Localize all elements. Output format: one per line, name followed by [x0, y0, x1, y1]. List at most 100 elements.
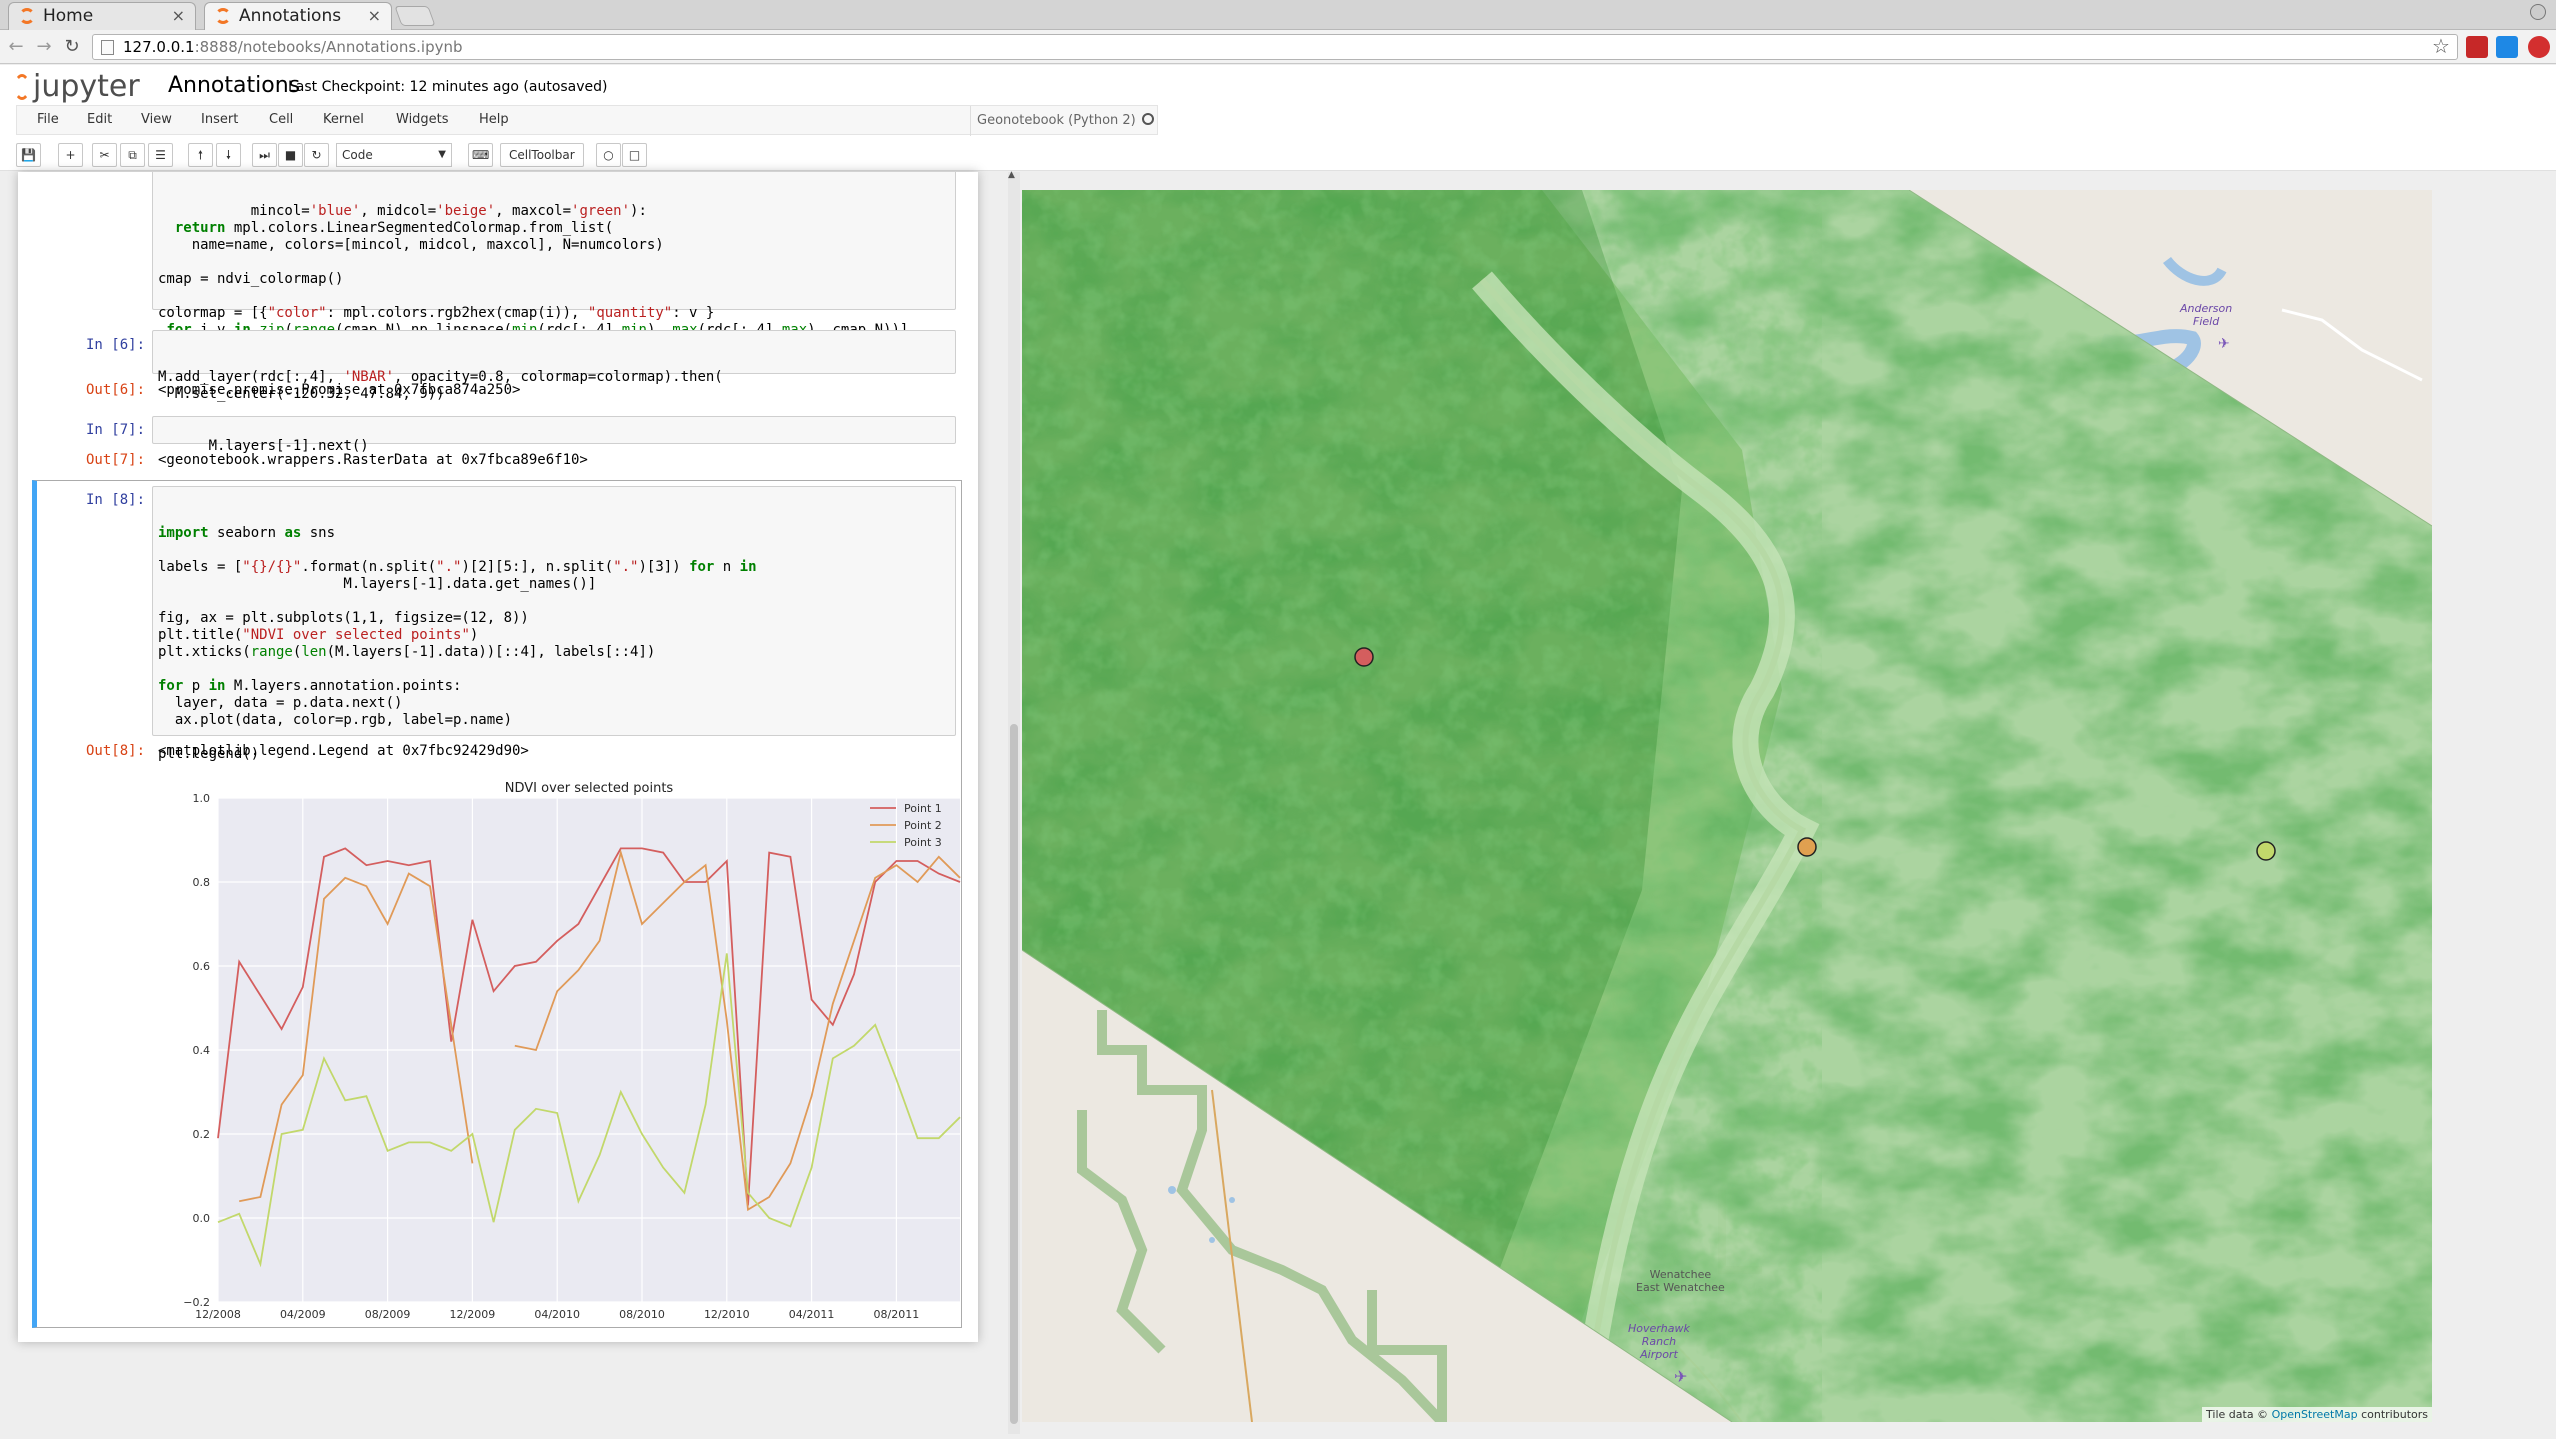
cell-7-output: <geonotebook.wrappers.RasterData at 0x7f…	[158, 452, 588, 468]
code-cell-7-input[interactable]: M.layers[-1].next()	[152, 416, 956, 454]
gmail-extension-icon[interactable]	[2466, 36, 2488, 58]
checkpoint-status: Last Checkpoint: 12 minutes ago (autosav…	[288, 79, 608, 95]
jupyter-header: jupyter Annotations Last Checkpoint: 12 …	[0, 65, 2556, 171]
restart-button[interactable]: ↻	[304, 143, 329, 167]
paste-button[interactable]: ☰	[148, 143, 173, 167]
insert-cell-button[interactable]: +	[58, 143, 83, 167]
menu-insert[interactable]: Insert	[201, 112, 238, 127]
code-line: plt.xticks(range(len(M.layers[-1].data))…	[158, 644, 656, 660]
jupyter-favicon-icon	[215, 8, 231, 24]
cell-7-out-prompt: Out[7]:	[86, 452, 146, 468]
close-tab-icon[interactable]: ×	[172, 3, 185, 29]
interrupt-button[interactable]: ■	[278, 143, 303, 167]
code-cell-6-input[interactable]: M.add_layer(rdc[:,4], 'NBAR', opacity=0.…	[152, 330, 956, 402]
code-cell-8-input[interactable]: import seaborn as sns labels = ["{}/{}".…	[152, 486, 956, 762]
menu-edit[interactable]: Edit	[87, 112, 112, 127]
map-label-text: Hoverhawk Ranch Airport	[1628, 1322, 1690, 1361]
close-tab-icon[interactable]: ×	[368, 3, 381, 29]
celltoolbar-button[interactable]: CellToolbar	[500, 143, 584, 167]
scrollbar-thumb[interactable]	[1010, 724, 1018, 1424]
menu-cell[interactable]: Cell	[269, 112, 293, 127]
x-tick-label: 04/2009	[280, 1308, 326, 1321]
save-button[interactable]: 💾	[16, 143, 41, 167]
geo-panel-button[interactable]: □	[622, 143, 647, 167]
jupyter-logo-text: jupyter	[33, 69, 140, 104]
x-tick-label: 08/2010	[619, 1308, 665, 1321]
code-cell-5-input[interactable]: mincol='blue', midcol='beige', maxcol='g…	[152, 172, 956, 338]
cell-7-in-prompt: In [7]:	[86, 422, 146, 438]
cell-8-output: <matplotlib.legend.Legend at 0x7fbc92429…	[158, 743, 529, 759]
run-button[interactable]: ⏭	[252, 143, 277, 167]
attribution-prefix: Tile data ©	[2206, 1408, 2269, 1421]
back-icon[interactable]: ←	[6, 37, 26, 57]
chevron-down-icon: ▼	[438, 149, 446, 160]
tab-home[interactable]: Home ×	[8, 2, 196, 30]
annotation-point-2[interactable]	[1797, 837, 1817, 857]
tab-annotations-label: Annotations	[239, 6, 342, 26]
attribution-link[interactable]: OpenStreetMap	[2272, 1408, 2358, 1421]
code-line: import seaborn as sns	[158, 525, 336, 541]
menubar: File Edit View Insert Cell Kernel Widget…	[16, 105, 1158, 136]
code-cell-8-lines: import seaborn as sns labels = ["{}/{}".…	[158, 525, 950, 763]
airport-icon: ✈	[2218, 336, 2230, 352]
tab-home-label: Home	[43, 6, 94, 26]
forward-icon[interactable]: →	[34, 37, 54, 57]
code-line: name=name, colors=[mincol, midcol, maxco…	[158, 237, 664, 253]
code-line: fig, ax = plt.subplots(1,1, figsize=(12,…	[158, 610, 529, 626]
move-up-button[interactable]: 🠕	[188, 143, 213, 167]
url-input[interactable]: 127.0.0.1:8888/notebooks/Annotations.ipy…	[92, 34, 2458, 60]
scroll-up-icon[interactable]: ▲	[1008, 170, 1015, 180]
kernel-indicator: Geonotebook (Python 2)	[970, 106, 1154, 136]
code-line: labels = ["{}/{}".format(n.split(".")[2]…	[158, 559, 757, 575]
ndvi-raster-layer	[1022, 190, 2432, 1422]
cell-type-select[interactable]: Code ▼	[336, 143, 452, 167]
notebook-name[interactable]: Annotations	[168, 73, 300, 98]
map-attribution: Tile data © OpenStreetMap contributors	[2202, 1407, 2432, 1422]
menu-kernel[interactable]: Kernel	[323, 112, 364, 127]
jupyter-logo-icon	[14, 74, 30, 100]
kernel-name: Geonotebook (Python 2)	[977, 113, 1136, 128]
y-tick-label: 0.4	[193, 1044, 211, 1057]
address-bar: ← → ↻ 127.0.0.1:8888/notebooks/Annotatio…	[0, 30, 2556, 64]
jupyter-logo[interactable]: jupyter	[14, 69, 140, 104]
x-tick-label: 12/2010	[704, 1308, 750, 1321]
cell-8-in-prompt: In [8]:	[86, 492, 146, 508]
window-control-icon[interactable]	[2530, 4, 2546, 20]
kernel-idle-icon	[1141, 113, 1154, 125]
y-tick-label: 0.6	[193, 960, 211, 973]
cell-6-in-prompt: In [6]:	[86, 337, 146, 353]
annotation-point-1[interactable]	[1354, 647, 1374, 667]
adblock-extension-icon[interactable]	[2528, 36, 2550, 58]
cell-6-output: <promise.promise.Promise at 0x7fbca874a2…	[158, 382, 521, 398]
move-down-button[interactable]: 🠗	[216, 143, 241, 167]
tab-annotations[interactable]: Annotations ×	[204, 2, 392, 30]
menu-widgets[interactable]: Widgets	[396, 112, 449, 127]
code-line: plt.title("NDVI over selected points")	[158, 627, 479, 643]
copy-button[interactable]: ⧉	[120, 143, 145, 167]
notebook-scrollbar[interactable]: ▲	[1008, 170, 1020, 1434]
menu-view[interactable]: View	[141, 112, 172, 127]
legend-label: Point 1	[904, 802, 942, 815]
map-label-anderson-field: Anderson Field	[2180, 302, 2232, 328]
legend-label: Point 2	[904, 819, 942, 832]
annotation-point-3[interactable]	[2256, 841, 2276, 861]
menu-help[interactable]: Help	[479, 112, 509, 127]
code-line: return mpl.colors.LinearSegmentedColorma…	[174, 220, 614, 236]
bookmark-star-icon[interactable]: ☆	[2432, 34, 2450, 58]
command-palette-button[interactable]: ⌨	[468, 143, 494, 167]
page-icon	[101, 40, 114, 55]
cut-button[interactable]: ✂	[92, 143, 117, 167]
code-line: for p in M.layers.annotation.points:	[158, 678, 462, 694]
geonotebook-map[interactable]: ✈ ✈ Anderson Field Hoverhawk Ranch Airport …	[1022, 190, 2432, 1422]
geo-toggle-button[interactable]: ○	[596, 143, 621, 167]
calendar-extension-icon[interactable]	[2496, 36, 2518, 58]
ndvi-line-chart: 1.00.80.60.40.20.0−0.212/2008 04/2009 08/2…	[183, 781, 961, 1321]
menu-file[interactable]: File	[37, 112, 59, 127]
browser-tabbar: Home × Annotations ×	[0, 0, 2556, 30]
reload-icon[interactable]: ↻	[62, 37, 82, 57]
new-tab-button[interactable]	[394, 6, 436, 26]
legend-label: Point 3	[904, 836, 942, 849]
